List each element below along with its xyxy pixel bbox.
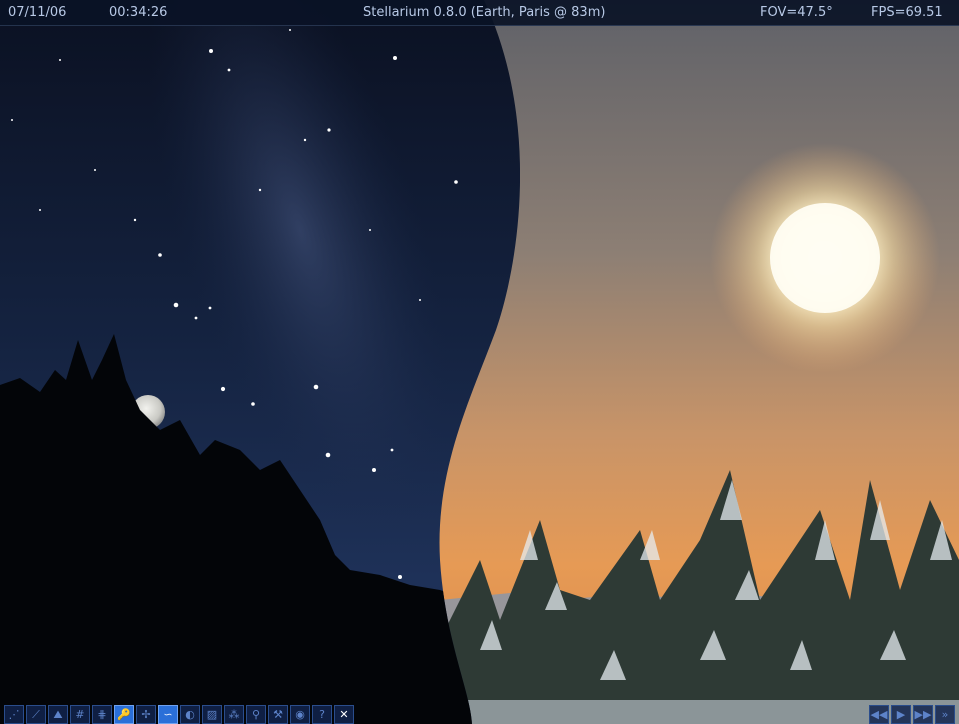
atmosphere-button[interactable]: ∽ xyxy=(158,705,178,724)
rewind-button[interactable]: ◀◀ xyxy=(869,705,889,724)
app-title: Stellarium 0.8.0 (Earth, Paris @ 83m) xyxy=(363,5,606,20)
equatorial-mount-icon: ⁂ xyxy=(228,708,240,721)
planets-button[interactable]: ▨ xyxy=(202,705,222,724)
search-icon: ⚲ xyxy=(251,708,261,721)
equatorial-mount-button[interactable]: ⁂ xyxy=(224,705,244,724)
constellation-names-button[interactable]: ⛰ xyxy=(48,705,68,724)
help-icon: ? xyxy=(319,708,325,721)
night-mode-icon: ◉ xyxy=(295,708,305,721)
constellation-art-button[interactable]: ⟋ xyxy=(26,705,46,724)
play-icon: ▶ xyxy=(896,708,906,721)
time-display: 00:34:26 xyxy=(109,5,168,20)
fov-display: FOV=47.5° xyxy=(760,5,833,20)
cardinal-points-button[interactable]: ✢ xyxy=(136,705,156,724)
play-button[interactable]: ▶ xyxy=(891,705,911,724)
real-time-icon: » xyxy=(941,708,949,721)
quit-icon: ✕ xyxy=(339,708,349,721)
ground-icon: 🔑 xyxy=(117,708,131,721)
quit-button[interactable]: ✕ xyxy=(334,705,354,724)
azimuth-grid-icon: # xyxy=(75,708,85,721)
rewind-icon: ◀◀ xyxy=(870,708,888,721)
status-bar: 07/11/06 00:34:26 Stellarium 0.8.0 (Eart… xyxy=(0,0,959,26)
configuration-icon: ⚒ xyxy=(273,708,283,721)
equatorial-grid-icon: ⋕ xyxy=(97,708,107,721)
cardinal-points-icon: ✢ xyxy=(141,708,151,721)
night-mode-button[interactable]: ◉ xyxy=(290,705,310,724)
main-toolbar: ⋰ ⟋ ⛰ # ⋕ 🔑 ✢ ∽ ◐ ▨ ⁂ ⚲ ⚒ ◉? ✕ xyxy=(4,704,354,724)
fast-forward-icon: ▶▶ xyxy=(914,708,932,721)
help-button[interactable]: ? xyxy=(312,705,332,724)
constellation-names-icon: ⛰ xyxy=(53,708,63,721)
nebulas-icon: ◐ xyxy=(185,708,195,721)
fps-display: FPS=69.51 xyxy=(871,5,943,20)
equatorial-grid-button[interactable]: ⋕ xyxy=(92,705,112,724)
azimuth-grid-button[interactable]: # xyxy=(70,705,90,724)
fast-forward-button[interactable]: ▶▶ xyxy=(913,705,933,724)
nebulas-button[interactable]: ◐ xyxy=(180,705,200,724)
ground-button[interactable]: 🔑 xyxy=(114,705,134,724)
real-time-button[interactable]: » xyxy=(935,705,955,724)
constellation-art-icon: ⟋ xyxy=(32,708,40,721)
atmosphere-icon: ∽ xyxy=(163,708,173,721)
sky-view[interactable] xyxy=(0,0,959,724)
constellation-lines-icon: ⋰ xyxy=(8,708,20,721)
search-button[interactable]: ⚲ xyxy=(246,705,266,724)
date-display: 07/11/06 xyxy=(8,5,67,20)
planets-icon: ▨ xyxy=(206,708,218,721)
constellation-lines-button[interactable]: ⋰ xyxy=(4,705,24,724)
configuration-button[interactable]: ⚒ xyxy=(268,705,288,724)
time-control-bar: ◀◀ ▶ ▶▶» xyxy=(869,704,955,724)
